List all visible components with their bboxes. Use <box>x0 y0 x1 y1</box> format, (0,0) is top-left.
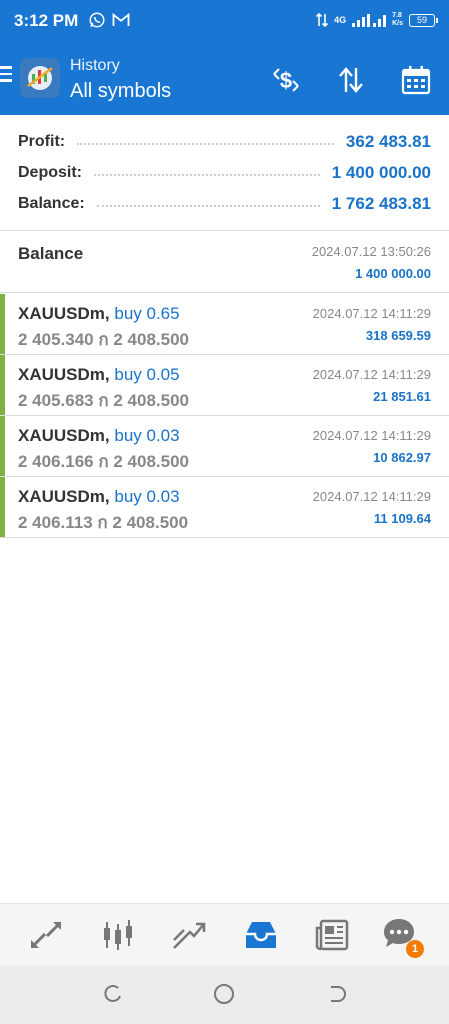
profit-value: 362 483.81 <box>345 132 431 151</box>
deal-direction: buy 0.03 <box>114 487 180 506</box>
deal-symbol: XAUUSDm, <box>18 304 110 323</box>
deal-direction: buy 0.65 <box>114 304 180 323</box>
header-subtitle: History <box>70 57 120 74</box>
profit-label: Profit: <box>18 133 66 150</box>
dotted-leader <box>94 174 320 176</box>
header-title[interactable]: All symbols <box>70 80 171 103</box>
deposit-value: 1 400 000.00 <box>331 163 431 182</box>
deposit-row: Deposit: 1 400 000.00 <box>18 161 431 185</box>
balance-entry-label: Balance <box>18 244 84 263</box>
deal-time: 2024.07.12 14:11:29 <box>312 428 431 443</box>
deal-prices: 2 405.340 ‌ก 2 408.500 <box>18 330 189 349</box>
system-navigation-bar <box>0 965 449 1024</box>
status-bar: 3:12 PM 4G 7.8 K/s 59 <box>0 0 449 44</box>
battery-icon: 59 <box>409 13 438 27</box>
svg-text:$: $ <box>280 68 292 93</box>
balance-entry-time: 2024.07.12 13:50:26 <box>311 244 431 259</box>
deal-title: XAUUSDm, buy 0.05 <box>18 365 180 385</box>
app-header: History All symbols $ <box>0 44 449 115</box>
data-arrows-icon <box>316 12 329 28</box>
buy-indicator <box>0 477 5 537</box>
gmail-icon <box>112 12 130 26</box>
deal-time: 2024.07.12 14:11:29 <box>312 367 431 382</box>
deal-time: 2024.07.12 14:11:29 <box>312 306 431 321</box>
dotted-leader <box>77 143 334 145</box>
balance-entry-amount: 1 400 000.00 <box>355 266 431 281</box>
messages-badge: 1 <box>406 940 424 958</box>
deal-profit: 10 862.97 <box>373 450 431 465</box>
balance-entry[interactable]: Balance 2024.07.12 13:50:26 1 400 000.00 <box>0 232 449 293</box>
balance-row: Balance: 1 762 483.81 <box>18 192 431 216</box>
currency-exchange-icon[interactable]: $ <box>270 64 302 96</box>
deal-direction: buy 0.05 <box>114 365 180 384</box>
home-icon[interactable] <box>213 983 235 1005</box>
summary-panel: Profit: 362 483.81 Deposit: 1 400 000.00… <box>0 115 449 231</box>
deal-symbol: XAUUSDm, <box>18 426 110 445</box>
buy-indicator <box>0 416 5 476</box>
deal-profit: 318 659.59 <box>365 328 431 343</box>
signal-icon <box>352 14 387 27</box>
balance-label: Balance: <box>18 195 85 212</box>
dotted-leader <box>96 205 320 207</box>
network-speed: 7.8 K/s <box>392 12 403 27</box>
calendar-icon[interactable] <box>400 64 432 96</box>
recent-apps-icon[interactable] <box>102 983 124 1005</box>
trade-icon[interactable] <box>170 916 208 954</box>
balance-value: 1 762 483.81 <box>331 194 431 213</box>
deal-prices: 2 406.113 ‌ก 2 408.500 <box>18 513 189 532</box>
profit-row: Profit: 362 483.81 <box>18 130 431 154</box>
deal-title: XAUUSDm, buy 0.65 <box>18 304 180 324</box>
chart-icon[interactable] <box>99 916 137 954</box>
notification-icons <box>88 11 130 29</box>
buy-indicator <box>0 294 5 354</box>
deal-profit: 21 851.61 <box>373 389 431 404</box>
history-icon[interactable] <box>242 916 280 954</box>
deal-title: XAUUSDm, buy 0.03 <box>18 487 180 507</box>
quotes-icon[interactable] <box>27 916 65 954</box>
deal-prices: 2 405.683 ‌ก 2 408.500 <box>18 391 189 410</box>
deal-title: XAUUSDm, buy 0.03 <box>18 426 180 446</box>
deal-prices: 2 406.166 ‌ก 2 408.500 <box>18 452 189 471</box>
buy-indicator <box>0 355 5 415</box>
deal-symbol: XAUUSDm, <box>18 487 110 506</box>
back-icon[interactable] <box>325 983 347 1005</box>
app-logo <box>20 58 60 98</box>
deal-time: 2024.07.12 14:11:29 <box>312 489 431 504</box>
whatsapp-icon <box>89 12 105 28</box>
status-time: 3:12 PM <box>14 11 79 30</box>
deal-symbol: XAUUSDm, <box>18 365 110 384</box>
messages-icon[interactable]: 1 <box>382 916 424 958</box>
deal-row[interactable]: XAUUSDm, buy 0.05 2 405.683 ‌ก 2 408.500… <box>0 355 449 416</box>
deal-row[interactable]: XAUUSDm, buy 0.03 2 406.113 ‌ก 2 408.500… <box>0 477 449 538</box>
network-type: 4G <box>334 15 347 25</box>
deal-row[interactable]: XAUUSDm, buy 0.65 2 405.340 ‌ก 2 408.500… <box>0 294 449 355</box>
deal-row[interactable]: XAUUSDm, buy 0.03 2 406.166 ‌ก 2 408.500… <box>0 416 449 477</box>
deal-direction: buy 0.03 <box>114 426 180 445</box>
menu-icon[interactable] <box>0 66 14 86</box>
status-right-group: 4G 7.8 K/s 59 <box>316 12 438 28</box>
deposit-label: Deposit: <box>18 164 82 181</box>
sort-icon[interactable] <box>335 64 367 96</box>
deal-profit: 11 109.64 <box>373 511 431 526</box>
bottom-nav: 1 <box>0 903 449 965</box>
news-icon[interactable] <box>313 916 351 954</box>
